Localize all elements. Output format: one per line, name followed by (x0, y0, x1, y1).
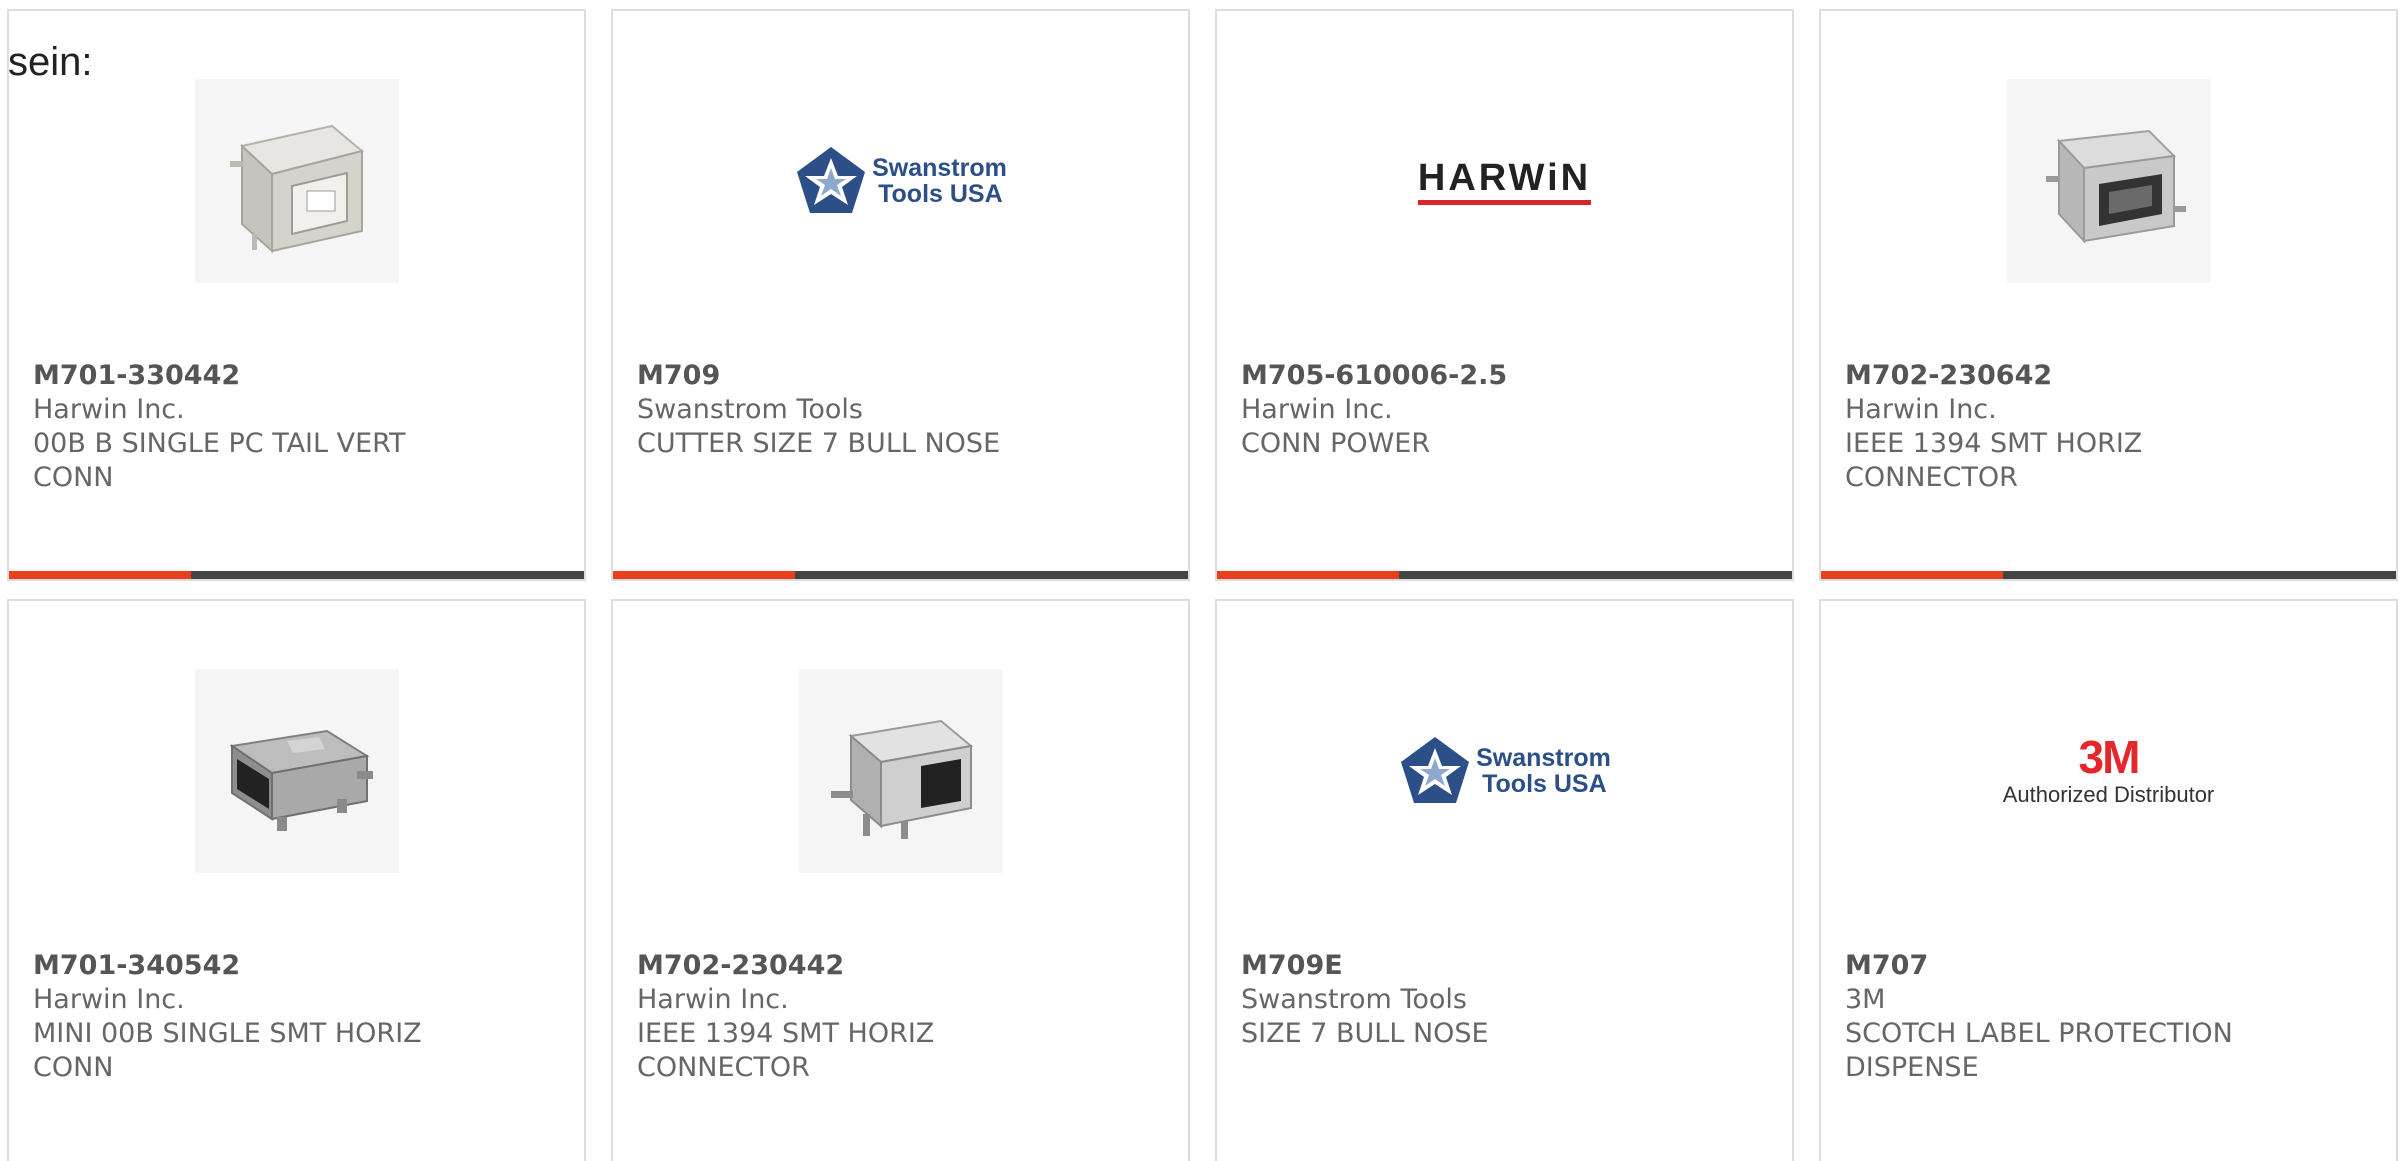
part-number-link[interactable]: M702-230442 (637, 949, 1164, 983)
product-card[interactable]: 3M Authorized Distributor M707 3M SCOTCH… (1819, 599, 2398, 1161)
product-text: M702-230642 Harwin Inc. IEEE 1394 SMT HO… (1845, 359, 2372, 495)
ieee1394-connector-photo[interactable] (798, 669, 1003, 873)
intro-text: sein: (8, 40, 93, 84)
product-text: M701-340542 Harwin Inc. MINI 00B SINGLE … (33, 949, 560, 1085)
manufacturer-name: Harwin Inc. (1845, 394, 1997, 425)
product-image-area[interactable] (9, 669, 584, 873)
3m-logo-subtitle: Authorized Distributor (2002, 782, 2215, 807)
card-bottom-bar (9, 571, 584, 579)
product-text: M709 Swanstrom Tools CUTTER SIZE 7 BULL … (637, 359, 1164, 461)
3m-logo-mark: 3M (2078, 731, 2141, 783)
product-description: CUTTER SIZE 7 BULL NOSE (637, 428, 1001, 459)
product-description: CONNECTOR (637, 1052, 810, 1083)
swanstrom-logo-line1: Swanstrom (1476, 744, 1611, 772)
product-text: M705-610006-2.5 Harwin Inc. CONN POWER (1241, 359, 1768, 461)
part-number-link[interactable]: M702-230642 (1845, 359, 2372, 393)
product-image-area[interactable]: 3M Authorized Distributor (1821, 669, 2396, 873)
swanstrom-logo-line2: Tools USA (878, 180, 1003, 208)
product-image-area[interactable] (9, 79, 584, 283)
part-number-link[interactable]: M709E (1241, 949, 1768, 983)
product-description: CONN POWER (1241, 428, 1431, 459)
product-image-area[interactable]: Swanstrom Tools USA (613, 79, 1188, 283)
product-description: SCOTCH LABEL PROTECTION (1845, 1018, 2233, 1049)
product-card[interactable]: M701-340542 Harwin Inc. MINI 00B SINGLE … (7, 599, 586, 1161)
card-accent-bar (613, 571, 795, 579)
part-number-link[interactable]: M701-340542 (33, 949, 560, 983)
product-description: IEEE 1394 SMT HORIZ (637, 1018, 935, 1049)
card-accent-bar (9, 571, 191, 579)
manufacturer-name: Harwin Inc. (1241, 394, 1393, 425)
ieee1394-connector-photo[interactable] (2006, 79, 2211, 283)
card-accent-bar (1217, 571, 1399, 579)
product-card[interactable]: M702-230642 Harwin Inc. IEEE 1394 SMT HO… (1819, 9, 2398, 581)
mini-usb-connector-photo[interactable] (194, 669, 399, 873)
card-bottom-bar (613, 571, 1188, 579)
usb-b-connector-photo[interactable] (194, 79, 399, 283)
manufacturer-name: 3M (1845, 984, 1886, 1015)
part-number-link[interactable]: M701-330442 (33, 359, 560, 393)
product-image-area[interactable] (1821, 79, 2396, 283)
product-description: 00B B SINGLE PC TAIL VERT (33, 428, 406, 459)
swanstrom-star-icon (797, 147, 866, 213)
manufacturer-name: Swanstrom Tools (1241, 984, 1467, 1015)
product-description: CONNECTOR (1845, 462, 2018, 493)
harwin-logo-text: HARWiN (1417, 156, 1592, 199)
manufacturer-name: Harwin Inc. (33, 984, 185, 1015)
product-card[interactable]: Swanstrom Tools USA M709 Swanstrom Tools… (611, 9, 1190, 581)
product-grid-page: sein: M701-330442 Harwin Inc. 00B B SING… (0, 0, 2400, 1161)
product-description: DISPENSE (1845, 1052, 1979, 1083)
product-description: IEEE 1394 SMT HORIZ (1845, 428, 2143, 459)
swanstrom-star-icon (1401, 737, 1470, 803)
part-number-link[interactable]: M705-610006-2.5 (1241, 359, 1768, 393)
product-text: M709E Swanstrom Tools SIZE 7 BULL NOSE (1241, 949, 1768, 1051)
card-bottom-bar (1217, 571, 1792, 579)
product-text: M701-330442 Harwin Inc. 00B B SINGLE PC … (33, 359, 560, 495)
harwin-logo[interactable]: HARWiN (1417, 156, 1592, 205)
product-card[interactable]: Swanstrom Tools USA M709E Swanstrom Tool… (1215, 599, 1794, 1161)
product-text: M702-230442 Harwin Inc. IEEE 1394 SMT HO… (637, 949, 1164, 1085)
manufacturer-name: Harwin Inc. (637, 984, 789, 1015)
product-image-area[interactable] (613, 669, 1188, 873)
harwin-logo-underline (1417, 199, 1592, 205)
product-text: M707 3M SCOTCH LABEL PROTECTION DISPENSE (1845, 949, 2372, 1085)
product-card[interactable]: HARWiN M705-610006-2.5 Harwin Inc. CONN … (1215, 9, 1794, 581)
card-accent-bar (1821, 571, 2003, 579)
product-card[interactable]: M702-230442 Harwin Inc. IEEE 1394 SMT HO… (611, 599, 1190, 1161)
product-card[interactable]: M701-330442 Harwin Inc. 00B B SINGLE PC … (7, 9, 586, 581)
product-image-area[interactable]: HARWiN (1217, 79, 1792, 283)
swanstrom-logo-line1: Swanstrom (872, 154, 1007, 182)
product-description: CONN (33, 1052, 114, 1083)
swanstrom-logo[interactable]: Swanstrom Tools USA (794, 144, 1007, 218)
swanstrom-logo-line2: Tools USA (1482, 770, 1607, 798)
part-number-link[interactable]: M709 (637, 359, 1164, 393)
manufacturer-name: Harwin Inc. (33, 394, 185, 425)
product-image-area[interactable]: Swanstrom Tools USA (1217, 669, 1792, 873)
part-number-link[interactable]: M707 (1845, 949, 2372, 983)
product-description: SIZE 7 BULL NOSE (1241, 1018, 1489, 1049)
product-description: MINI 00B SINGLE SMT HORIZ (33, 1018, 422, 1049)
product-description: CONN (33, 462, 114, 493)
manufacturer-name: Swanstrom Tools (637, 394, 863, 425)
3m-logo[interactable]: 3M Authorized Distributor (2003, 733, 2215, 809)
card-bottom-bar (1821, 571, 2396, 579)
swanstrom-logo[interactable]: Swanstrom Tools USA (1398, 734, 1611, 808)
